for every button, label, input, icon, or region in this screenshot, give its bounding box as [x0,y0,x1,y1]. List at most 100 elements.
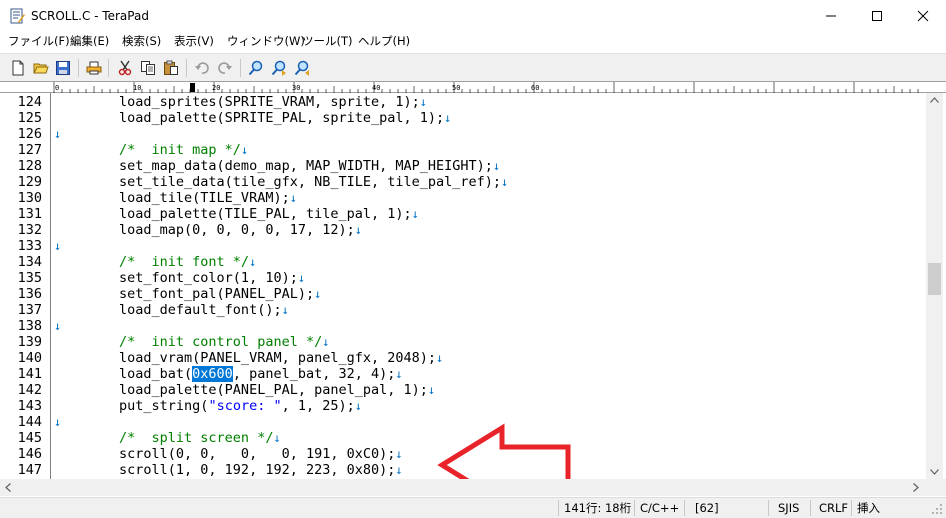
newline-mark: ↓ [54,127,62,141]
code-line[interactable]: put_string("score: ", 1, 25);↓ [54,398,362,414]
print-icon [86,61,102,75]
menu-view[interactable]: 表示(V) [174,33,214,49]
column-ruler: 0 10 20 30 40 50 60 [0,81,946,93]
scroll-right-icon[interactable] [913,483,919,492]
status-bar: 141行: 18桁 C/C++ [62] SJIS CRLF 挿入 [0,497,946,518]
line-number: 132 [17,222,42,238]
ruler-label: 0 [55,84,59,92]
ruler-label: 20 [212,84,220,92]
line-number: 146 [17,446,42,462]
status-separator [684,500,685,516]
line-number: 126 [17,126,42,142]
editor-area[interactable]: 124 load_sprites(SPRITE_VRAM, sprite, 1)… [0,93,926,479]
menu-file[interactable]: ファイル(F) [8,33,70,49]
cut-button[interactable] [115,58,135,78]
close-button[interactable] [900,0,946,31]
status-separator [851,500,852,516]
code-line[interactable]: load_map(0, 0, 0, 0, 17, 12);↓ [54,222,362,238]
code-line[interactable]: scroll(0, 0, 0, 0, 191, 0xC0);↓ [54,446,403,462]
ruler-label: 60 [531,84,539,92]
newline-mark: ↓ [314,287,322,301]
status-language: C/C++ [640,501,680,515]
line-number: 134 [17,254,42,270]
cut-icon [118,60,132,76]
line-number: 133 [17,238,42,254]
menu-bar: ファイル(F) 編集(E) 検索(S) 表示(V) ウィンドウ(W) ツール(T… [0,31,946,51]
find-previous-button[interactable] [292,58,312,78]
code-line[interactable]: scroll(1, 0, 192, 192, 223, 0x80);↓ [54,462,403,478]
ruler-label: 40 [372,84,380,92]
code-line[interactable]: ↓ [54,318,61,334]
code-line[interactable]: set_tile_data(tile_gfx, NB_TILE, tile_pa… [54,174,508,190]
vertical-scroll-thumb[interactable] [928,263,941,295]
minimize-button[interactable] [808,0,854,31]
copy-icon [141,61,155,75]
copy-button[interactable] [138,58,158,78]
newline-mark: ↓ [395,463,403,477]
redo-button[interactable] [215,58,235,78]
newline-mark: ↓ [436,351,444,365]
horizontal-scrollbar[interactable] [0,479,926,496]
newline-mark: ↓ [395,367,403,381]
code-line-comment[interactable]: /* split screen */↓ [54,430,281,446]
newline-mark: ↓ [289,191,297,205]
terapad-app-icon [10,8,25,24]
find-icon [248,60,263,76]
code-line[interactable]: load_default_font();↓ [54,302,289,318]
undo-button[interactable] [192,58,212,78]
code-line[interactable]: ↓ [54,238,61,254]
code-line-current[interactable]: load_bat(0x600, panel_bat, 32, 4);↓ [54,366,403,382]
code-line[interactable]: ↓ [54,414,61,430]
code-line[interactable]: load_palette(TILE_PAL, tile_pal, 1);↓ [54,206,419,222]
save-button[interactable] [53,58,73,78]
minimize-icon [826,15,836,16]
new-file-button[interactable] [8,58,28,78]
find-button[interactable] [246,58,266,78]
maximize-icon [872,10,882,21]
newline-mark: ↓ [354,399,362,413]
line-number: 138 [17,318,42,334]
code-line-comment[interactable]: /* init control panel */↓ [54,334,329,350]
code-line[interactable]: ↓ [54,126,61,142]
code-line[interactable]: set_font_color(1, 10);↓ [54,270,305,286]
vertical-scrollbar[interactable] [926,93,943,479]
paste-button[interactable] [161,58,181,78]
line-number: 143 [17,398,42,414]
ruler-cursor-marker [190,83,195,92]
code-line[interactable]: load_sprites(SPRITE_VRAM, sprite, 1);↓ [54,94,427,110]
newline-mark: ↓ [54,239,62,253]
newline-mark: ↓ [322,335,330,349]
scroll-left-icon[interactable] [5,483,11,492]
scroll-down-icon[interactable] [930,469,939,475]
code-line[interactable]: load_palette(SPRITE_PAL, sprite_pal, 1);… [54,110,451,126]
newline-mark: ↓ [492,159,501,173]
toolbar-separator [108,59,109,77]
code-line-comment[interactable]: /* init font */↓ [54,254,256,270]
resize-grip-icon[interactable] [932,504,943,515]
line-number: 127 [17,142,42,158]
menu-help[interactable]: ヘルプ(H) [358,33,410,49]
code-line[interactable]: set_map_data(demo_map, MAP_WIDTH, MAP_HE… [54,158,500,174]
code-line-comment[interactable]: /* init map */↓ [54,142,248,158]
undo-icon [195,62,209,74]
toolbar [0,53,946,81]
scroll-up-icon[interactable] [930,97,939,103]
toolbar-separator [78,59,79,77]
code-line[interactable]: load_vram(PANEL_VRAM, panel_gfx, 2048);↓ [54,350,443,366]
gutter-divider [50,93,51,479]
find-next-button[interactable] [269,58,289,78]
code-line[interactable]: load_tile(TILE_VRAM);↓ [54,190,297,206]
ruler-label: 50 [452,84,460,92]
newline-mark: ↓ [395,447,403,461]
menu-search[interactable]: 検索(S) [122,33,161,49]
code-line[interactable]: load_palette(PANEL_PAL, panel_pal, 1);↓ [54,382,435,398]
menu-window[interactable]: ウィンドウ(W) [227,33,305,49]
print-button[interactable] [84,58,104,78]
selected-text[interactable]: 0x600 [192,366,233,382]
menu-edit[interactable]: 編集(E) [70,33,109,49]
menu-tools[interactable]: ツール(T) [302,33,353,49]
code-line[interactable]: set_font_pal(PANEL_PAL);↓ [54,286,321,302]
open-button[interactable] [31,58,51,78]
line-number: 136 [17,286,42,302]
maximize-button[interactable] [854,0,900,31]
